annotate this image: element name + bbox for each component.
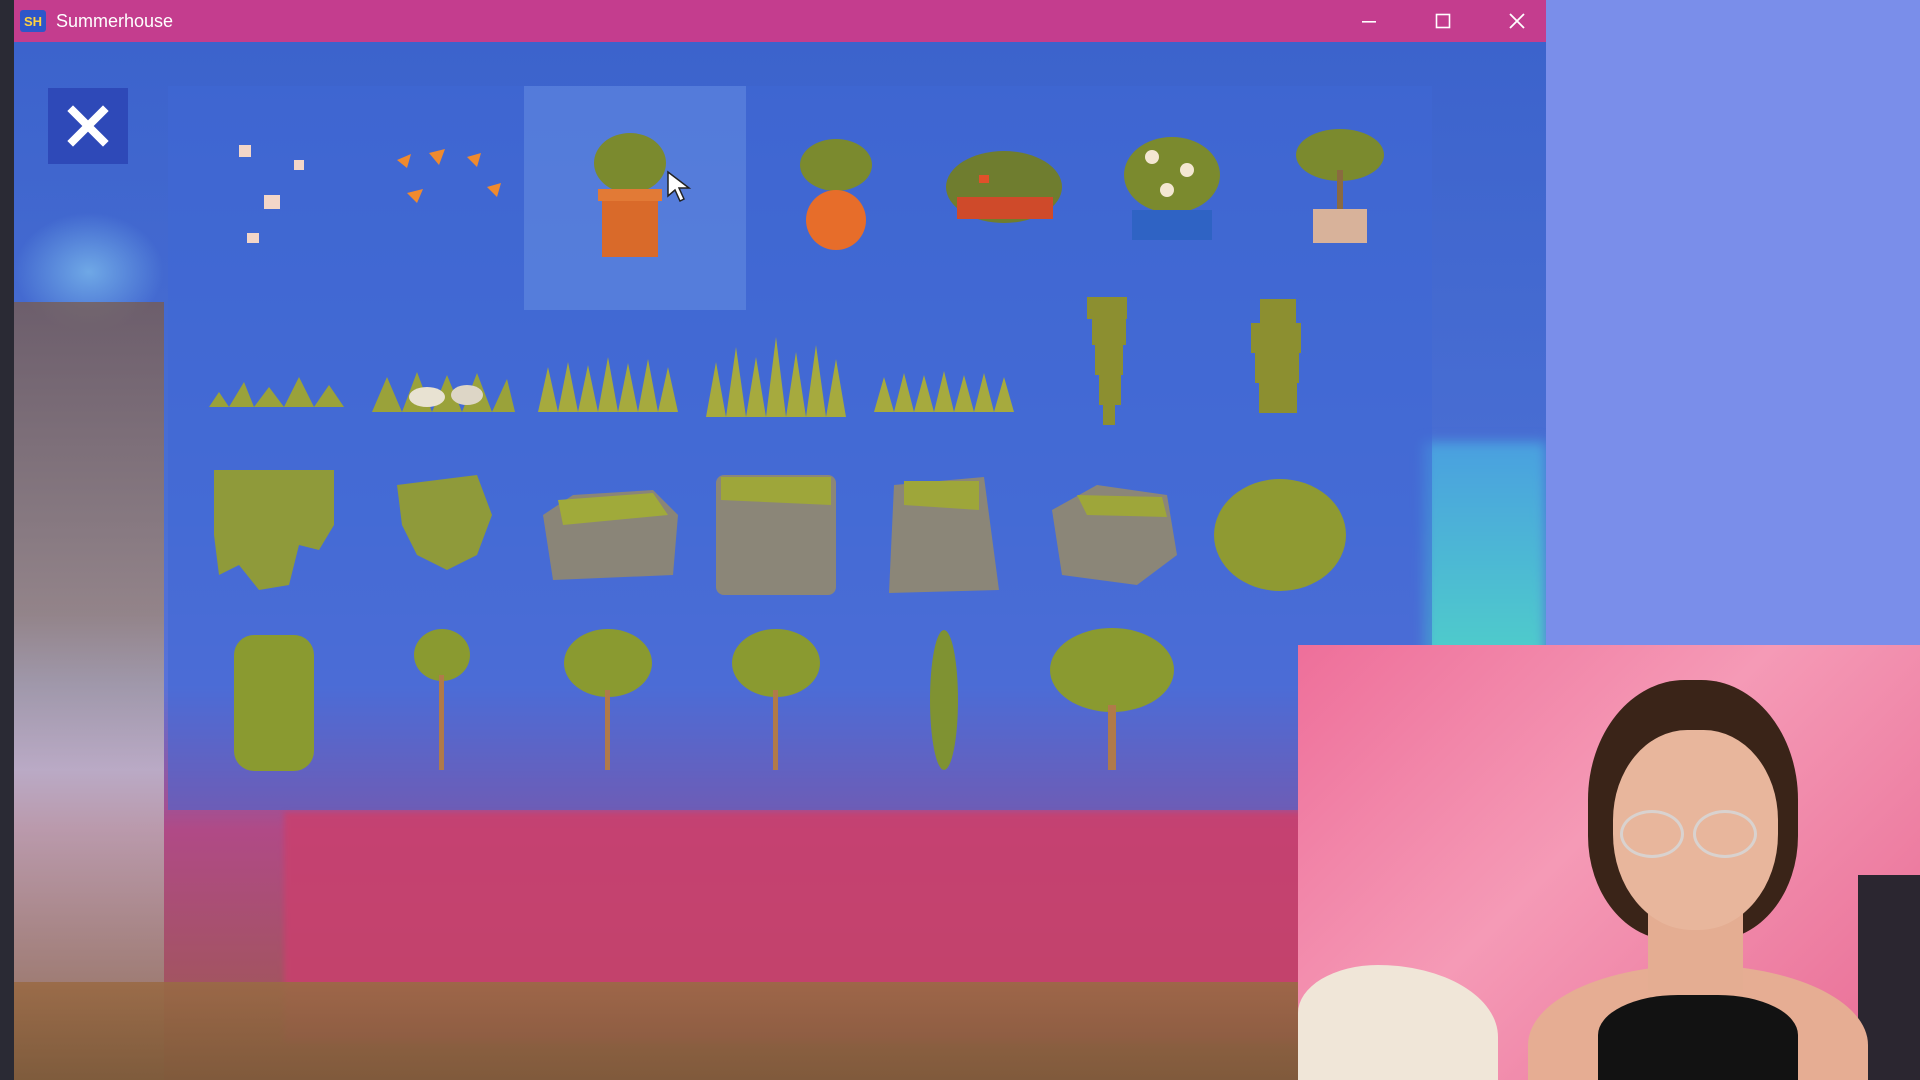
app-icon: SH xyxy=(20,10,46,32)
item-grass-with-stones[interactable] xyxy=(358,278,526,446)
close-icon xyxy=(1509,13,1525,29)
item-wide-tree[interactable] xyxy=(1028,616,1196,784)
webcam-glasses-left xyxy=(1620,810,1684,858)
item-grass-tuft-small[interactable] xyxy=(190,278,358,446)
close-panel-button[interactable] xyxy=(48,88,128,164)
item-tall-hedge[interactable] xyxy=(190,616,358,784)
item-ivy-patch-large[interactable] xyxy=(190,446,358,614)
minimize-button[interactable] xyxy=(1332,0,1406,42)
item-orange-leaves[interactable] xyxy=(358,106,526,274)
item-blue-pot-flowers[interactable] xyxy=(1088,106,1256,274)
scene-left-wall xyxy=(14,302,164,1080)
item-grass-tall[interactable] xyxy=(524,278,692,446)
desktop-background xyxy=(1546,0,1920,645)
webcam-overlay xyxy=(1298,645,1920,1080)
webcam-glasses-right xyxy=(1693,810,1757,858)
title-bar[interactable]: SH Summerhouse xyxy=(14,0,1546,42)
mouse-cursor-icon xyxy=(667,170,692,203)
item-hanging-vine-short[interactable] xyxy=(1196,278,1364,446)
item-small-tree[interactable] xyxy=(524,616,692,784)
minimize-icon xyxy=(1362,21,1376,23)
item-potted-small-tree[interactable] xyxy=(1256,106,1424,274)
close-window-button[interactable] xyxy=(1480,0,1546,42)
item-falling-blossoms[interactable] xyxy=(190,106,358,274)
maximize-button[interactable] xyxy=(1406,0,1480,42)
close-x-icon xyxy=(67,105,109,147)
item-cypress-tree[interactable] xyxy=(860,616,1028,784)
item-round-bush[interactable] xyxy=(1196,446,1364,614)
item-grass-short-wide[interactable] xyxy=(860,278,1028,446)
item-ivy-patch-small[interactable] xyxy=(358,446,526,614)
item-mossy-rock-flat[interactable] xyxy=(524,446,692,614)
item-mossy-rock-tall[interactable] xyxy=(860,446,1028,614)
decoration-picker-panel xyxy=(168,86,1432,810)
webcam-couch xyxy=(1298,965,1498,1080)
item-grass-taller[interactable] xyxy=(692,278,860,446)
webcam-person-top xyxy=(1598,995,1798,1080)
item-orange-vase-plant[interactable] xyxy=(752,106,920,274)
item-thin-tree[interactable] xyxy=(358,616,526,784)
maximize-icon xyxy=(1435,13,1451,29)
item-potted-round-tree[interactable] xyxy=(524,86,746,310)
window-title: Summerhouse xyxy=(56,10,174,31)
item-mossy-rock-round[interactable] xyxy=(1028,446,1196,614)
item-mossy-rock-face[interactable] xyxy=(692,446,860,614)
item-hanging-vine-long[interactable] xyxy=(1028,278,1196,446)
item-small-tree-2[interactable] xyxy=(692,616,860,784)
item-flower-box-bush[interactable] xyxy=(920,106,1088,274)
